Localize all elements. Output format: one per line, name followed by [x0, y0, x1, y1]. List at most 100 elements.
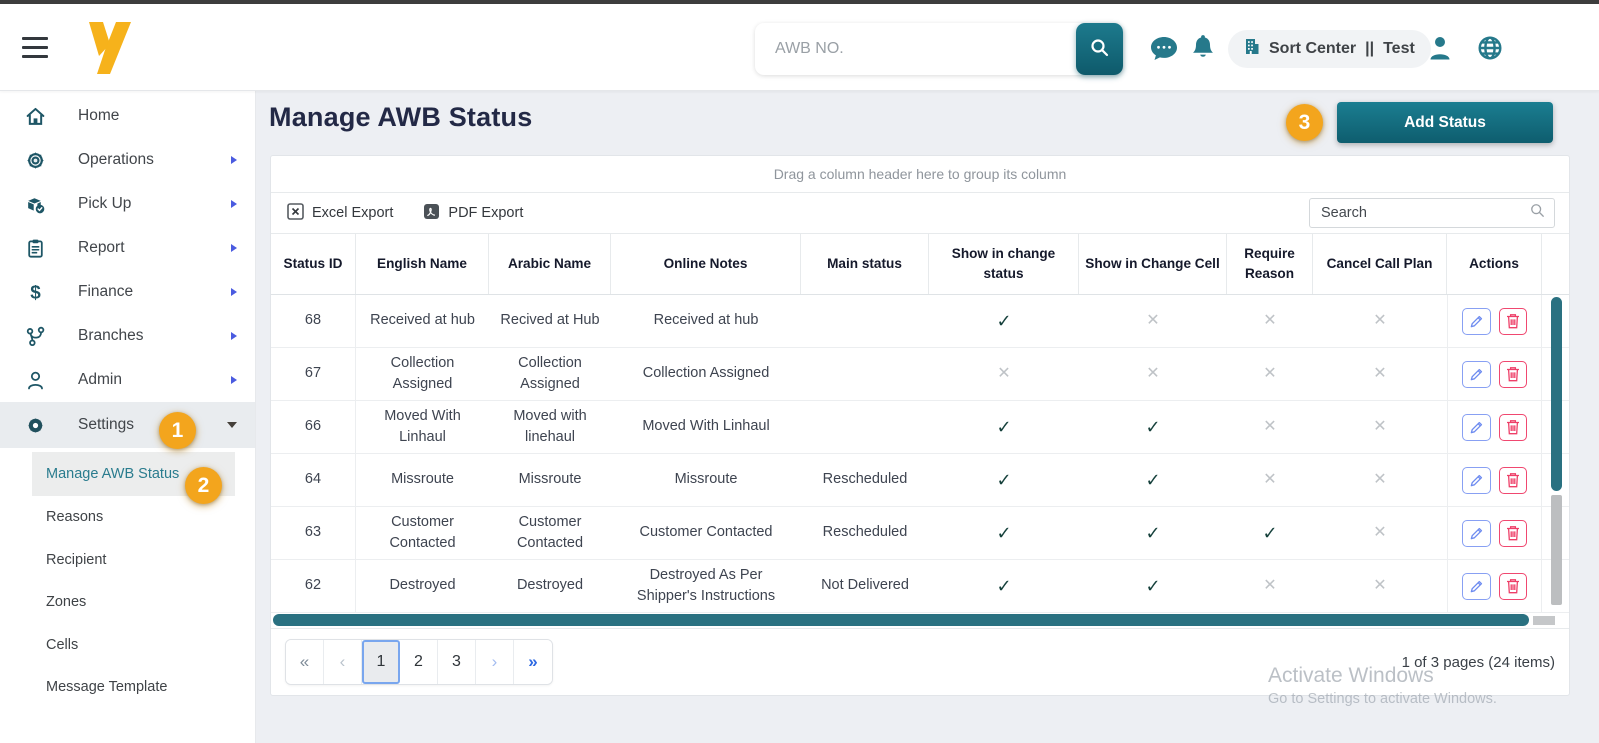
cell-cancel-call-plan: ✕	[1313, 507, 1447, 559]
chevron-right-icon	[231, 244, 237, 252]
delete-button[interactable]	[1498, 307, 1527, 335]
submenu-item-message-template[interactable]: Message Template	[32, 666, 235, 709]
column-header-show-in-change-status[interactable]: Show in change status	[929, 234, 1079, 294]
first-page-button[interactable]: «	[286, 640, 324, 684]
last-page-button[interactable]: »	[514, 640, 552, 684]
edit-button[interactable]	[1462, 466, 1491, 494]
cell-online-notes: Collection Assigned	[611, 348, 801, 400]
notifications-bell-icon[interactable]	[1191, 34, 1215, 67]
cell-main-status	[801, 295, 929, 347]
sidebar-item-pick-up[interactable]: Pick Up	[0, 182, 255, 226]
cell-show-in-change-cell: ✓	[1079, 401, 1227, 453]
pdf-export-icon	[423, 203, 440, 224]
cell-text: 66	[304, 418, 322, 435]
submenu-item-zones[interactable]: Zones	[32, 581, 235, 624]
excel-export-button[interactable]: Excel Export	[287, 202, 393, 224]
delete-button[interactable]	[1498, 360, 1527, 388]
sidebar-item-label: Admin	[78, 371, 122, 388]
cell-text: Collection Assigned	[390, 354, 455, 392]
cell-status-id: 62	[271, 560, 356, 612]
submenu-item-label: Reasons	[46, 509, 104, 526]
chevron-down-icon	[227, 422, 237, 428]
vertical-scrollbar-thumb[interactable]	[1551, 297, 1562, 491]
sidebar-item-report[interactable]: Report	[0, 226, 255, 270]
column-header-arabic-name[interactable]: Arabic Name	[489, 234, 611, 294]
check-icon: ✓	[1145, 469, 1161, 490]
table-row: 62 Destroyed Destroyed Destroyed As Per Shi…	[271, 560, 1569, 613]
home-icon	[24, 105, 46, 127]
next-page-button[interactable]: ›	[476, 640, 514, 684]
edit-button[interactable]	[1462, 519, 1491, 547]
table-search-box	[1309, 198, 1555, 228]
group-panel[interactable]: Drag a column header here to group its c…	[271, 156, 1569, 193]
station-selector[interactable]: Sort Center || Test	[1228, 30, 1431, 68]
cell-show-in-change-status: ✓	[929, 454, 1079, 506]
check-icon: ✓	[1145, 522, 1161, 543]
submenu-item-recipient[interactable]: Recipient	[32, 539, 235, 582]
horizontal-scrollbar	[271, 613, 1569, 629]
column-header-require-reason[interactable]: Require Reason	[1227, 234, 1313, 294]
column-header-english-name[interactable]: English Name	[356, 234, 489, 294]
prev-page-button[interactable]: ‹	[324, 640, 362, 684]
cross-icon: ✕	[1373, 312, 1387, 330]
column-header-status-id[interactable]: Status ID	[271, 234, 356, 294]
globe-language-icon[interactable]	[1477, 35, 1503, 66]
cell-arabic-name: Destroyed	[489, 560, 611, 612]
cell-english-name: Customer Contacted	[356, 507, 489, 559]
page-button-3[interactable]: 3	[438, 640, 476, 684]
delete-button[interactable]	[1498, 519, 1527, 547]
brand-logo[interactable]	[83, 20, 135, 76]
delete-button[interactable]	[1498, 572, 1527, 600]
hamburger-menu-icon[interactable]	[22, 37, 48, 58]
cell-main-status	[801, 401, 929, 453]
cell-show-in-change-cell: ✕	[1079, 295, 1227, 347]
horizontal-scrollbar-track[interactable]	[1533, 616, 1555, 625]
page-button-1[interactable]: 1	[362, 640, 400, 684]
awb-search-button[interactable]	[1076, 23, 1123, 75]
chat-icon[interactable]	[1149, 35, 1179, 67]
horizontal-scrollbar-thumb[interactable]	[273, 614, 1529, 626]
delete-button[interactable]	[1498, 413, 1527, 441]
cell-main-status: Not Delivered	[801, 560, 929, 612]
edit-button[interactable]	[1462, 413, 1491, 441]
pdf-export-button[interactable]: PDF Export	[423, 203, 523, 224]
edit-button[interactable]	[1462, 307, 1491, 335]
cell-text: Collection Assigned	[642, 365, 770, 382]
chevron-right-icon	[231, 200, 237, 208]
cell-english-name: Received at hub	[356, 295, 489, 347]
sidebar-item-home[interactable]: Home	[0, 94, 255, 138]
finance-icon: $	[24, 281, 46, 303]
page-button-2[interactable]: 2	[400, 640, 438, 684]
sidebar-item-finance[interactable]: $ Finance	[0, 270, 255, 314]
cell-actions	[1447, 560, 1542, 612]
cell-text: Customer Contacted	[639, 524, 773, 541]
edit-button[interactable]	[1462, 360, 1491, 388]
add-status-button[interactable]: Add Status	[1337, 102, 1553, 143]
awb-search-input[interactable]	[755, 23, 1076, 75]
table-search-input[interactable]	[1319, 204, 1530, 222]
sidebar-item-admin[interactable]: Admin	[0, 358, 255, 402]
edit-button[interactable]	[1462, 572, 1491, 600]
user-profile-icon[interactable]	[1428, 35, 1452, 66]
pickup-icon	[24, 193, 46, 215]
check-icon: ✓	[996, 310, 1012, 331]
column-header-main-status[interactable]: Main status	[801, 234, 929, 294]
cell-text: 64	[304, 471, 322, 488]
cell-cancel-call-plan: ✕	[1313, 560, 1447, 612]
column-header-actions[interactable]: Actions	[1447, 234, 1542, 294]
table-row: 67 Collection Assigned Collection Assigned…	[271, 348, 1569, 401]
column-header-show-in-change-cell[interactable]: Show in Change Cell	[1079, 234, 1227, 294]
sidebar-item-label: Report	[78, 239, 125, 256]
sidebar-item-operations[interactable]: Operations	[0, 138, 255, 182]
cell-require-reason: ✕	[1227, 295, 1313, 347]
delete-button[interactable]	[1498, 466, 1527, 494]
column-header-online-notes[interactable]: Online Notes	[611, 234, 801, 294]
vertical-scrollbar-track[interactable]	[1551, 495, 1562, 605]
column-header-cancel-call-plan[interactable]: Cancel Call Plan	[1313, 234, 1447, 294]
sidebar-item-branches[interactable]: Branches	[0, 314, 255, 358]
submenu-item-cells[interactable]: Cells	[32, 624, 235, 667]
cell-require-reason: ✕	[1227, 454, 1313, 506]
cross-icon: ✕	[1146, 365, 1160, 383]
cell-text: Customer Contacted	[389, 513, 456, 551]
sidebar-item-settings[interactable]: Settings	[0, 402, 255, 448]
